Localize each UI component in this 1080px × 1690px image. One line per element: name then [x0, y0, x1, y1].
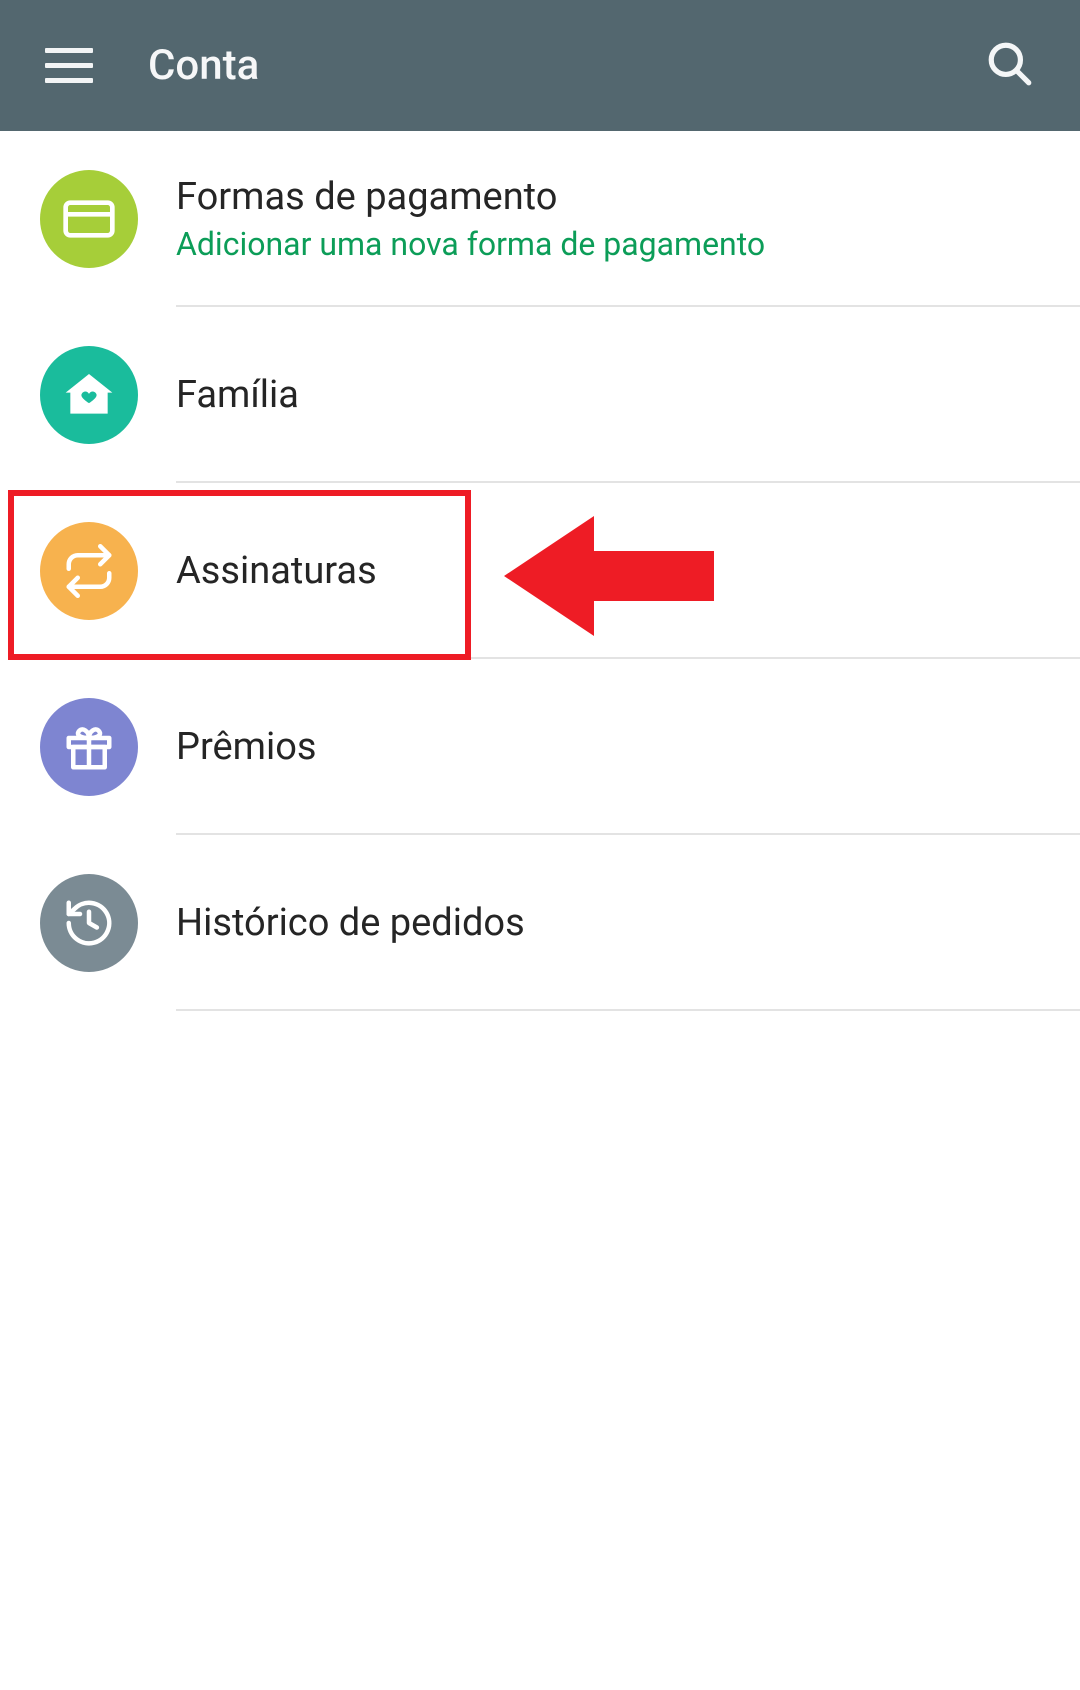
- item-text: Assinaturas: [176, 549, 377, 593]
- menu-icon[interactable]: [45, 42, 93, 90]
- app-header: Conta: [0, 0, 1080, 131]
- item-title: Histórico de pedidos: [176, 901, 525, 945]
- item-text: Histórico de pedidos: [176, 901, 525, 945]
- search-icon[interactable]: [985, 39, 1035, 93]
- repeat-icon: [40, 522, 138, 620]
- item-title: Família: [176, 373, 299, 417]
- list-item-subscriptions[interactable]: Assinaturas: [0, 483, 1080, 659]
- home-heart-icon: [40, 346, 138, 444]
- item-text: Formas de pagamento Adicionar uma nova f…: [176, 175, 765, 263]
- page-title: Conta: [148, 41, 985, 90]
- gift-icon: [40, 698, 138, 796]
- item-title: Formas de pagamento: [176, 175, 765, 219]
- list-item-rewards[interactable]: Prêmios: [0, 659, 1080, 835]
- list-item-family[interactable]: Família: [0, 307, 1080, 483]
- credit-card-icon: [40, 170, 138, 268]
- item-text: Família: [176, 373, 299, 417]
- list-item-order-history[interactable]: Histórico de pedidos: [0, 835, 1080, 1011]
- account-menu-list: Formas de pagamento Adicionar uma nova f…: [0, 131, 1080, 1011]
- item-subtitle: Adicionar uma nova forma de pagamento: [176, 225, 765, 263]
- divider: [176, 1009, 1080, 1011]
- item-title: Assinaturas: [176, 549, 377, 593]
- item-title: Prêmios: [176, 725, 317, 769]
- history-icon: [40, 874, 138, 972]
- item-text: Prêmios: [176, 725, 317, 769]
- list-item-payment-methods[interactable]: Formas de pagamento Adicionar uma nova f…: [0, 131, 1080, 307]
